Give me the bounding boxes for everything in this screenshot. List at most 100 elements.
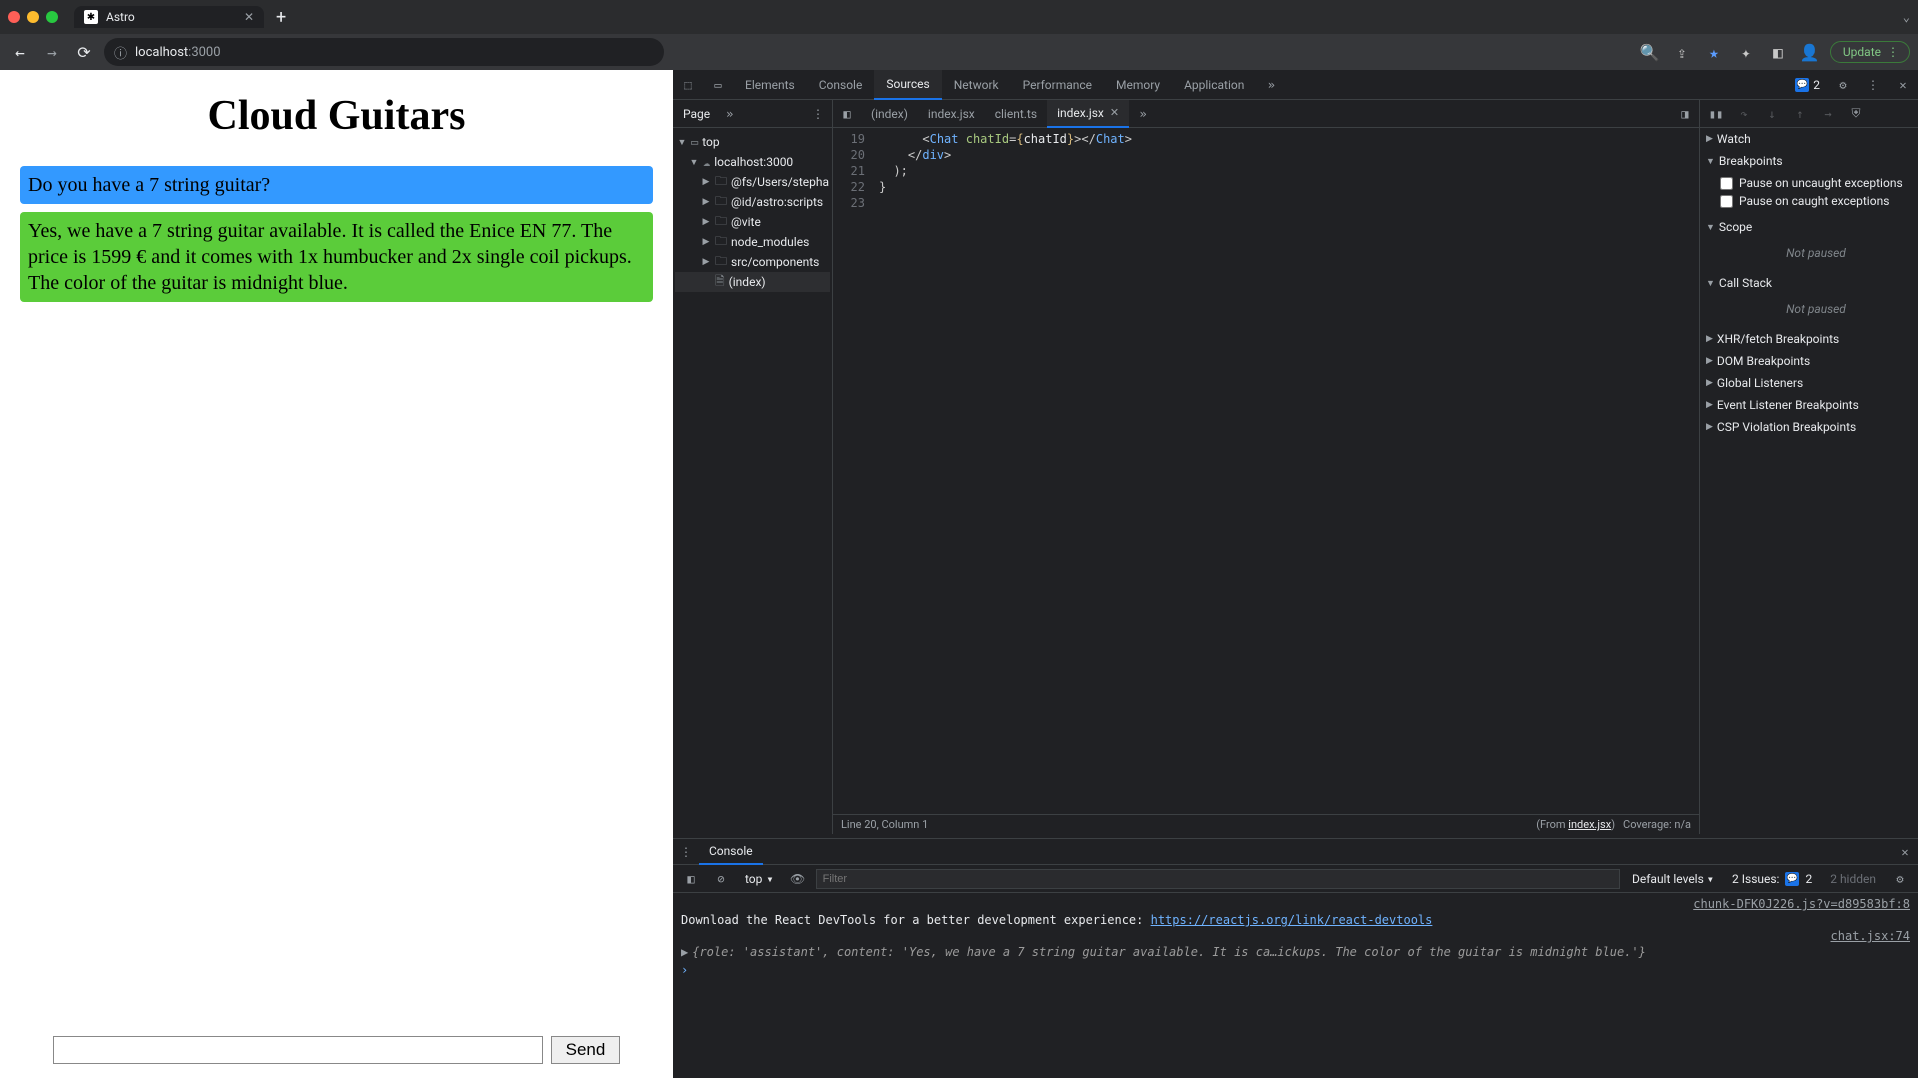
hidden-messages[interactable]: 2 hidden [1824, 872, 1882, 886]
console-prompt-icon[interactable]: › [681, 963, 688, 977]
reload-button[interactable]: ⟳ [72, 40, 96, 64]
editor-tab[interactable]: client.ts [985, 100, 1047, 128]
code-area[interactable]: <Chat chatId={chatId}></Chat> </div> );} [873, 128, 1699, 814]
tab-performance[interactable]: Performance [1011, 70, 1104, 100]
issues-badge[interactable]: 💬 2 [1787, 78, 1828, 92]
send-button[interactable]: Send [551, 1036, 621, 1064]
tab-network[interactable]: Network [942, 70, 1011, 100]
deactivate-breakpoints-icon[interactable]: ⛨ [1844, 102, 1868, 126]
navigator-menu-icon[interactable]: ⋮ [804, 107, 832, 121]
step-icon[interactable]: → [1816, 102, 1840, 126]
clear-console-icon[interactable]: ⊘ [709, 867, 733, 891]
devtools-close-icon[interactable]: ✕ [1888, 70, 1918, 100]
share-icon[interactable]: ⇪ [1670, 40, 1694, 64]
tab-console[interactable]: Console [807, 70, 875, 100]
address-bar[interactable]: ⓘ localhost:3000 [104, 38, 664, 66]
editor-more-tabs-icon[interactable]: » [1129, 107, 1157, 121]
inspect-element-icon[interactable]: ⬚ [673, 70, 703, 100]
callstack-state: Not paused [1720, 296, 1912, 322]
pause-script-icon[interactable]: ▮▮ [1704, 102, 1728, 126]
tab-sources[interactable]: Sources [874, 70, 941, 100]
chat-input[interactable] [53, 1036, 543, 1064]
pane-breakpoints[interactable]: ▼Breakpoints [1700, 150, 1918, 172]
drawer-close-icon[interactable]: ✕ [1892, 845, 1918, 859]
issues-count: 2 [1813, 78, 1820, 92]
device-mode-icon[interactable]: ▭ [703, 70, 733, 100]
pane-event-listener-breakpoints[interactable]: ▶Event Listener Breakpoints [1700, 394, 1918, 416]
pause-uncaught-checkbox[interactable]: Pause on uncaught exceptions [1720, 174, 1912, 192]
react-devtools-link[interactable]: https://reactjs.org/link/react-devtools [1151, 913, 1433, 927]
bookmark-star-icon[interactable]: ★ [1702, 40, 1726, 64]
site-info-icon[interactable]: ⓘ [114, 43, 127, 62]
close-window-icon[interactable] [8, 11, 20, 23]
console-source-ref[interactable]: chunk-DFK0J226.js?v=d89583bf:8 [681, 897, 1910, 911]
close-editor-tab-icon[interactable]: ✕ [1110, 106, 1119, 119]
update-button[interactable]: Update ⋮ [1830, 41, 1910, 63]
tree-folder[interactable]: ▶🗀node_modules [675, 232, 830, 252]
drawer-tab-console[interactable]: Console [699, 839, 763, 865]
minimize-window-icon[interactable] [27, 11, 39, 23]
pause-caught-checkbox[interactable]: Pause on caught exceptions [1720, 192, 1912, 210]
editor-tab[interactable]: index.jsx [918, 100, 985, 128]
tab-overflow-icon[interactable]: ⌄ [1903, 10, 1910, 24]
pane-watch[interactable]: ▶Watch [1700, 128, 1918, 150]
navigator-page-tab[interactable]: Page [673, 107, 720, 121]
more-tabs-icon[interactable]: » [1256, 70, 1286, 100]
editor-tab-active[interactable]: index.jsx✕ [1047, 100, 1129, 128]
profile-icon[interactable]: 👤 [1798, 40, 1822, 64]
step-into-icon[interactable]: ↓ [1760, 102, 1784, 126]
tree-folder[interactable]: ▶🗀@vite [675, 212, 830, 232]
zoom-icon[interactable]: 🔍 [1638, 40, 1662, 64]
console-output[interactable]: chunk-DFK0J226.js?v=d89583bf:8 Download … [673, 893, 1918, 1078]
extensions-icon[interactable]: ✦ [1734, 40, 1758, 64]
back-button[interactable]: ← [8, 40, 32, 64]
line-gutter: 19 20 21 22 23 [833, 128, 873, 814]
devtools-settings-icon[interactable]: ⚙ [1828, 70, 1858, 100]
console-source-ref[interactable]: chat.jsx:74 [681, 929, 1910, 943]
new-tab-button[interactable]: + [270, 7, 292, 28]
pane-csp-breakpoints[interactable]: ▶CSP Violation Breakpoints [1700, 416, 1918, 438]
tree-file-index[interactable]: 🗎(index) [675, 272, 830, 292]
console-filter-input[interactable] [816, 869, 1620, 889]
source-from-link[interactable]: index.jsx [1568, 818, 1611, 831]
step-out-icon[interactable]: ↑ [1788, 102, 1812, 126]
pane-callstack[interactable]: ▼Call Stack [1700, 272, 1918, 294]
tab-elements[interactable]: Elements [733, 70, 807, 100]
window-controls [8, 11, 58, 23]
step-over-icon[interactable]: ↷ [1732, 102, 1756, 126]
pane-dom-breakpoints[interactable]: ▶DOM Breakpoints [1700, 350, 1918, 372]
close-tab-icon[interactable]: ✕ [244, 10, 254, 24]
tree-folder[interactable]: ▶🗀@id/astro:scripts [675, 192, 830, 212]
devtools-menu-icon[interactable]: ⋮ [1858, 70, 1888, 100]
drawer-menu-icon[interactable]: ⋮ [673, 845, 699, 859]
tree-folder[interactable]: ▶🗀@fs/Users/stepha [675, 172, 830, 192]
tree-top[interactable]: ▼▭top [675, 132, 830, 152]
toggle-navigator-icon[interactable]: ◧ [833, 107, 861, 121]
log-levels-select[interactable]: Default levels ▾ [1626, 872, 1720, 886]
tree-folder[interactable]: ▶🗀src/components [675, 252, 830, 272]
page-title: Cloud Guitars [20, 92, 653, 140]
console-object[interactable]: ▶{role: 'assistant', content: 'Yes, we h… [681, 943, 1910, 961]
pane-xhr-breakpoints[interactable]: ▶XHR/fetch Breakpoints [1700, 328, 1918, 350]
console-settings-icon[interactable]: ⚙ [1888, 867, 1912, 891]
pane-global-listeners[interactable]: ▶Global Listeners [1700, 372, 1918, 394]
sources-navigator: Page » ⋮ ▼▭top ▼☁localhost:3000 ▶🗀@fs/Us… [673, 100, 833, 834]
tab-memory[interactable]: Memory [1104, 70, 1172, 100]
browser-menu-icon[interactable]: ⋮ [1887, 45, 1899, 59]
console-sidebar-icon[interactable]: ◧ [679, 867, 703, 891]
fullscreen-window-icon[interactable] [46, 11, 58, 23]
browser-tab-astro[interactable]: ✱ Astro ✕ [74, 6, 264, 28]
tree-origin[interactable]: ▼☁localhost:3000 [675, 152, 830, 172]
navigator-more-icon[interactable]: » [720, 107, 739, 121]
forward-button[interactable]: → [40, 40, 64, 64]
console-context-select[interactable]: top▾ [739, 872, 780, 886]
live-expression-icon[interactable]: 👁 [786, 867, 810, 891]
side-panel-icon[interactable]: ◧ [1766, 40, 1790, 64]
tab-application[interactable]: Application [1172, 70, 1256, 100]
url-port: :3000 [188, 45, 220, 60]
chat-message-user: Do you have a 7 string guitar? [20, 166, 653, 204]
toggle-debugger-icon[interactable]: ◨ [1671, 107, 1699, 121]
console-issues[interactable]: 2 Issues: 💬 2 [1726, 872, 1818, 886]
pane-scope[interactable]: ▼Scope [1700, 216, 1918, 238]
editor-tab[interactable]: (index) [861, 100, 918, 128]
